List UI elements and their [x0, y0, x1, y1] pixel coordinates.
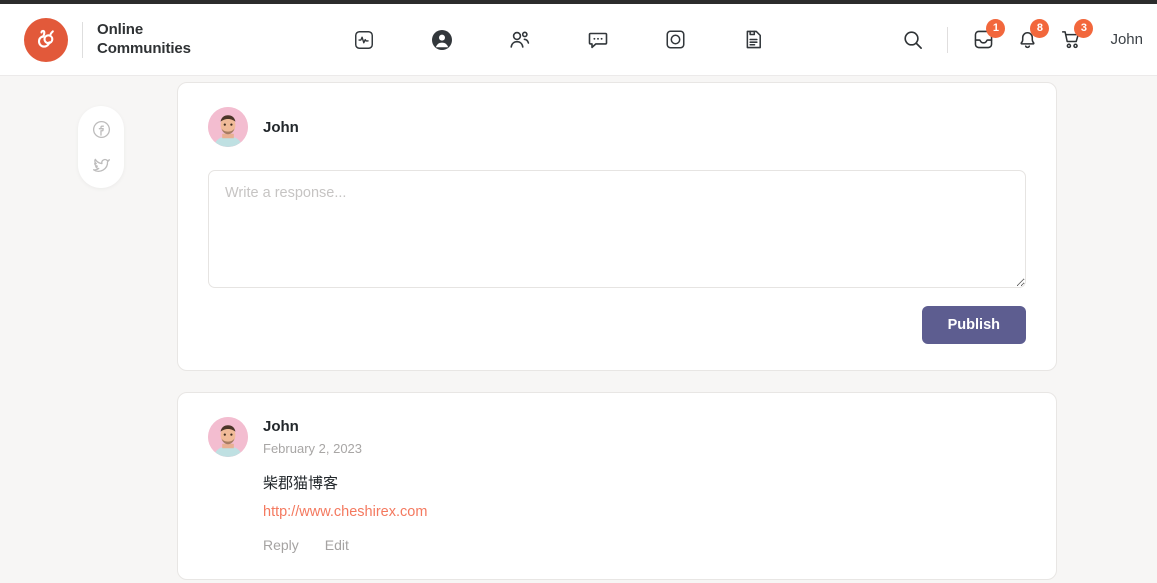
- twitter-icon: [91, 155, 112, 176]
- content-column: John Publish: [177, 82, 1057, 580]
- social-twitter[interactable]: [90, 154, 112, 176]
- avatar: [208, 417, 248, 457]
- chat-bubble-icon: [586, 28, 610, 52]
- group-people-icon: [508, 28, 532, 52]
- composer-footer: Publish: [208, 306, 1026, 344]
- comment-actions: Reply Edit: [263, 537, 1026, 553]
- brand-divider: [82, 21, 83, 58]
- document-note-icon: [742, 28, 765, 51]
- composer-field-wrap: [208, 170, 1026, 288]
- search-icon: [901, 28, 924, 51]
- response-composer-card: John Publish: [177, 82, 1057, 371]
- response-input[interactable]: [208, 170, 1026, 288]
- brand-logo[interactable]: Online Communities: [24, 17, 191, 62]
- header-user-name[interactable]: John: [1110, 31, 1143, 48]
- publish-button[interactable]: Publish: [921, 306, 1026, 344]
- inbox-badge: 1: [986, 18, 1006, 38]
- cart-badge: 3: [1074, 18, 1094, 38]
- reply-link[interactable]: Reply: [263, 537, 299, 553]
- inbox-button[interactable]: 1: [970, 18, 1006, 53]
- online-communities-logo-icon: [24, 17, 68, 62]
- composer-author-name: John: [263, 118, 299, 136]
- site-header: Online Communities 1 8 3 John: [0, 4, 1157, 76]
- comment-author-name: John: [263, 418, 299, 436]
- comment-date: February 2, 2023: [263, 440, 363, 456]
- comment-card: John February 2, 2023 柴郡猫博客 http://www.c…: [177, 392, 1057, 580]
- brand-name: Online Communities: [97, 21, 191, 58]
- notifications-button[interactable]: 8: [1014, 18, 1050, 53]
- nav-item-profile[interactable]: [429, 27, 455, 53]
- user-circle-icon: [430, 28, 454, 52]
- nav-item-documents[interactable]: [741, 27, 767, 53]
- main-navigation: [351, 27, 767, 53]
- comment-body: 柴郡猫博客 http://www.cheshirex.com Reply Edi…: [208, 473, 1026, 553]
- search-button[interactable]: [899, 27, 925, 53]
- user-avatar-photo: [208, 417, 248, 457]
- social-share-rail: [78, 106, 124, 188]
- nav-item-members[interactable]: [507, 27, 533, 53]
- comment-header: John February 2, 2023: [208, 417, 1026, 457]
- brand-line-2: Communities: [97, 39, 191, 57]
- page-body: John Publish: [0, 76, 1157, 583]
- user-avatar-photo: [208, 107, 248, 147]
- comment-text: 柴郡猫博客: [263, 475, 339, 492]
- cart-button[interactable]: 3: [1058, 18, 1094, 53]
- brand-line-1: Online: [97, 21, 144, 39]
- actions-divider: [947, 26, 949, 53]
- notifications-badge: 8: [1030, 18, 1050, 38]
- social-facebook[interactable]: [90, 118, 112, 140]
- nav-item-activity[interactable]: [351, 27, 377, 53]
- media-circle-icon: [664, 28, 687, 51]
- edit-link[interactable]: Edit: [325, 537, 349, 553]
- facebook-icon: [91, 119, 112, 140]
- activity-pulse-icon: [353, 29, 375, 51]
- nav-item-messages[interactable]: [585, 27, 611, 53]
- nav-item-media[interactable]: [663, 27, 689, 53]
- header-actions: 1 8 3 John: [899, 18, 1143, 53]
- composer-header: John: [208, 107, 1026, 147]
- avatar: [208, 107, 248, 147]
- comment-link[interactable]: http://www.cheshirex.com: [263, 504, 427, 520]
- comment-author-block: John February 2, 2023: [263, 418, 362, 456]
